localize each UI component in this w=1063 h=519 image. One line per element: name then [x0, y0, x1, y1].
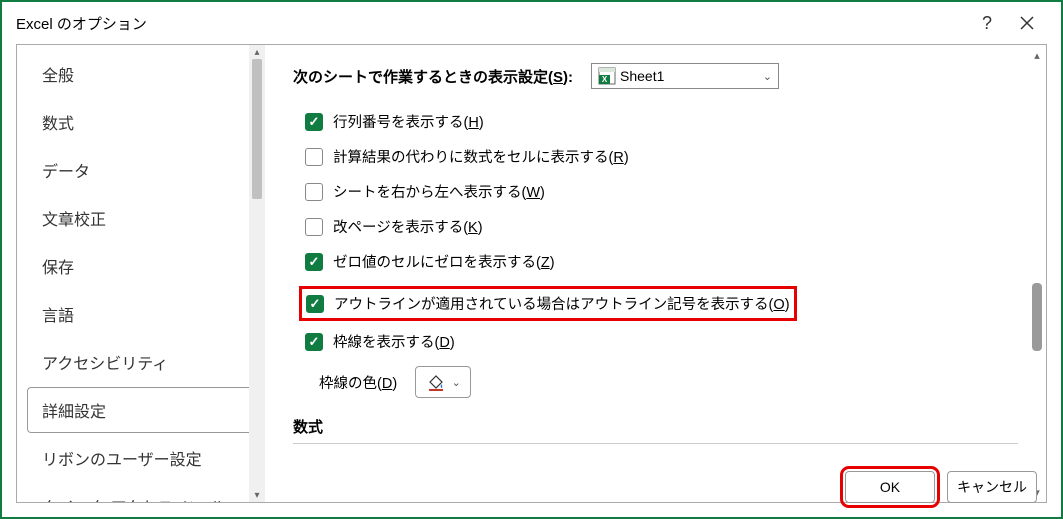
- cancel-button[interactable]: キャンセル: [947, 471, 1037, 503]
- content-area: 次のシートで作業するときの表示設定(S): X Sheet1: [265, 45, 1046, 502]
- scroll-up-icon[interactable]: ▴: [1028, 47, 1046, 63]
- checkbox-label: 改ページを表示する(K): [333, 216, 483, 237]
- checkbox-option[interactable]: ゼロ値のセルにゼロを表示する(Z): [305, 251, 1018, 272]
- sidebar-item[interactable]: 言語: [27, 291, 255, 337]
- highlighted-option: アウトラインが適用されている場合はアウトライン記号を表示する(O): [299, 286, 797, 321]
- checkbox[interactable]: [306, 295, 324, 313]
- sidebar-item[interactable]: アクセシビリティ: [27, 339, 255, 385]
- excel-options-dialog: Excel のオプション ? 全般数式データ文章校正保存言語アクセシビリティ詳細…: [0, 0, 1063, 519]
- sidebar-item[interactable]: 保存: [27, 243, 255, 289]
- checkbox-option[interactable]: 行列番号を表示する(H): [305, 111, 1018, 132]
- gridline-color-button[interactable]: ⌄: [415, 366, 471, 398]
- svg-text:X: X: [602, 75, 608, 84]
- checkbox[interactable]: [305, 113, 323, 131]
- gridline-color-row: 枠線の色(D) ⌄: [319, 366, 1018, 398]
- sidebar-scrollbar[interactable]: ▴ ▾: [249, 45, 265, 502]
- sidebar-item[interactable]: 詳細設定: [27, 387, 255, 433]
- worksheet-icon: X: [598, 67, 616, 85]
- formula-section-title: 数式: [293, 416, 1018, 444]
- sheet-select-value: Sheet1: [620, 68, 664, 84]
- paint-bucket-icon: [426, 372, 446, 392]
- checkbox-option[interactable]: シートを右から左へ表示する(W): [305, 181, 1018, 202]
- checkbox-label: 枠線を表示する(D): [333, 331, 455, 352]
- checkbox-option[interactable]: 枠線を表示する(D): [305, 331, 1018, 352]
- dialog-title: Excel のオプション: [16, 13, 147, 34]
- checkbox[interactable]: [305, 333, 323, 351]
- sheet-display-settings-label: 次のシートで作業するときの表示設定(S):: [293, 66, 573, 87]
- chevron-down-icon: ⌄: [763, 70, 772, 83]
- sidebar-item[interactable]: 数式: [27, 99, 255, 145]
- checkbox[interactable]: [305, 218, 323, 236]
- sidebar: 全般数式データ文章校正保存言語アクセシビリティ詳細設定リボンのユーザー設定クイッ…: [17, 45, 265, 502]
- chevron-down-icon: ⌄: [452, 376, 461, 389]
- close-icon[interactable]: [1007, 3, 1047, 43]
- checkbox[interactable]: [305, 183, 323, 201]
- scrollbar-thumb[interactable]: [1032, 283, 1042, 351]
- titlebar: Excel のオプション ?: [2, 2, 1061, 44]
- checkbox-option[interactable]: 改ページを表示する(K): [305, 216, 1018, 237]
- section-header: 次のシートで作業するときの表示設定(S): X Sheet1: [293, 63, 1018, 89]
- checkbox-label: ゼロ値のセルにゼロを表示する(Z): [333, 251, 555, 272]
- sidebar-item[interactable]: データ: [27, 147, 255, 193]
- checkbox-label: 行列番号を表示する(H): [333, 111, 484, 132]
- checkbox-label: シートを右から左へ表示する(W): [333, 181, 545, 202]
- sidebar-item[interactable]: リボンのユーザー設定: [27, 435, 255, 481]
- checkbox-option[interactable]: アウトラインが適用されている場合はアウトライン記号を表示する(O): [306, 293, 790, 314]
- checkbox-label: 計算結果の代わりに数式をセルに表示する(R): [333, 146, 629, 167]
- sheet-select[interactable]: X Sheet1 ⌄: [591, 63, 779, 89]
- dialog-button-row: OK キャンセル: [845, 471, 1037, 503]
- help-icon[interactable]: ?: [967, 3, 1007, 43]
- scroll-down-icon[interactable]: ▾: [249, 488, 265, 502]
- checkbox-option[interactable]: 計算結果の代わりに数式をセルに表示する(R): [305, 146, 1018, 167]
- scrollbar-thumb[interactable]: [252, 59, 262, 199]
- scroll-up-icon[interactable]: ▴: [249, 45, 265, 59]
- checkbox[interactable]: [305, 148, 323, 166]
- sidebar-item[interactable]: 全般: [27, 51, 255, 97]
- dialog-body: 全般数式データ文章校正保存言語アクセシビリティ詳細設定リボンのユーザー設定クイッ…: [16, 44, 1047, 503]
- ok-button[interactable]: OK: [845, 471, 935, 503]
- gridline-color-label: 枠線の色(D): [319, 372, 397, 393]
- checkbox-label: アウトラインが適用されている場合はアウトライン記号を表示する(O): [334, 293, 790, 314]
- content-scrollbar[interactable]: ▴ ▾: [1028, 45, 1046, 502]
- sidebar-item[interactable]: クイック アクセス ツール バー: [27, 483, 255, 502]
- sidebar-item[interactable]: 文章校正: [27, 195, 255, 241]
- checkbox[interactable]: [305, 253, 323, 271]
